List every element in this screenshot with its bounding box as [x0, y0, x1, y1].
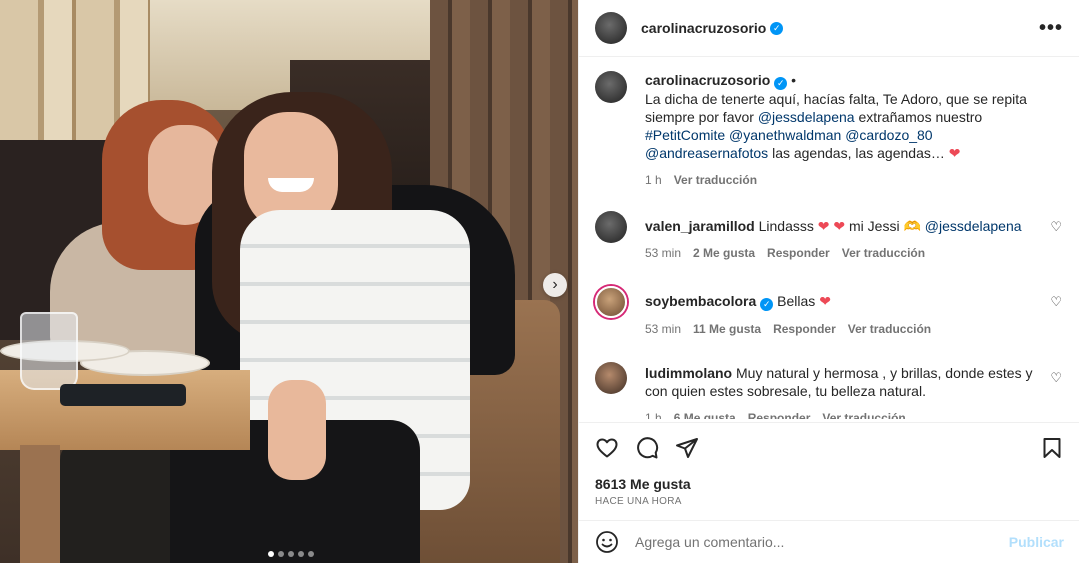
comment-text-part: mi Jessi 🫶 — [845, 218, 925, 234]
reply-button[interactable]: Responder — [748, 409, 811, 419]
comment-time: 53 min — [645, 246, 682, 260]
verified-badge-icon: ✓ — [760, 298, 774, 311]
carousel-dot — [268, 551, 274, 557]
translate-link[interactable]: Ver traducción — [842, 244, 925, 262]
woman-left-legs — [60, 440, 180, 563]
commenter-avatar[interactable] — [595, 211, 627, 243]
mention-link[interactable]: @jessdelapena — [758, 109, 855, 125]
comment-icon[interactable] — [635, 436, 659, 460]
author-username[interactable]: carolinacruzosorio — [641, 20, 766, 36]
water-glass — [20, 312, 78, 390]
carousel-dot — [308, 551, 314, 557]
comment-time: 1 h — [645, 411, 662, 419]
woman-right-hand — [268, 380, 326, 480]
comment-text: soybembacolora ✓ Bellas ❤ — [645, 292, 1038, 311]
commenter-avatar[interactable] — [595, 286, 627, 318]
comment-text-part: Bellas — [777, 293, 816, 309]
commenter-avatar[interactable] — [595, 362, 627, 394]
carousel-dots — [268, 551, 314, 557]
post-side-panel: carolinacruzosorio ✓ ••• carolinacruzoso… — [578, 0, 1079, 563]
hashtag-link[interactable]: #PetitComite — [645, 127, 725, 143]
emoji-icon[interactable] — [595, 530, 619, 554]
verified-badge-icon: ✓ — [774, 77, 788, 90]
red-heart-icon: ❤ — [817, 218, 830, 234]
carousel-dot — [288, 551, 294, 557]
caption-time: 1 h — [645, 173, 662, 187]
phone-on-table — [60, 384, 186, 406]
publish-button[interactable]: Publicar — [1009, 534, 1064, 550]
red-heart-icon: ❤ — [819, 293, 831, 309]
comment-item: soybembacolora ✓ Bellas ❤ 53 min 11 Me gu… — [595, 286, 1064, 338]
share-icon[interactable] — [675, 436, 699, 460]
comment-likes[interactable]: 11 Me gusta — [693, 320, 761, 338]
heart-icon[interactable] — [595, 436, 619, 460]
carousel-next-button[interactable]: › — [543, 273, 567, 297]
comment-like-icon[interactable]: ♡ — [1050, 219, 1062, 235]
comment-meta: 1 h 6 Me gusta Responder Ver traducción — [645, 409, 1038, 419]
woman-right-smile — [268, 178, 314, 192]
comment-like-icon[interactable]: ♡ — [1050, 294, 1062, 310]
comment-like-icon[interactable]: ♡ — [1050, 370, 1062, 386]
comment-input[interactable] — [635, 534, 1009, 550]
caption-separator: • — [791, 72, 797, 88]
red-heart-icon: ❤ — [833, 218, 846, 234]
mention-link[interactable]: @yanethwaldman — [729, 127, 841, 143]
post-timestamp[interactable]: HACE UNA HORA — [595, 496, 682, 507]
red-heart-icon: ❤ — [948, 145, 961, 161]
comment-meta: 53 min 2 Me gusta Responder Ver traducci… — [645, 244, 1038, 262]
caption-text-part: extrañamos nuestro — [854, 109, 983, 125]
mention-link[interactable]: @andreasernafotos — [645, 145, 768, 161]
caption-text: carolinacruzosorio ✓ • La dicha de tenert… — [645, 71, 1038, 162]
translate-link[interactable]: Ver traducción — [674, 171, 757, 189]
likes-count[interactable]: 8613 Me gusta — [595, 476, 691, 492]
carousel-dot — [298, 551, 304, 557]
comment-item: ludimmolano Muy natural y hermosa , y br… — [595, 362, 1064, 419]
more-options-icon[interactable]: ••• — [1039, 18, 1063, 38]
translate-link[interactable]: Ver traducción — [822, 409, 905, 419]
bookmark-icon[interactable] — [1040, 436, 1064, 460]
comment-text: ludimmolano Muy natural y hermosa , y br… — [645, 364, 1038, 400]
comment-username[interactable]: valen_jaramillod — [645, 218, 755, 234]
caption-author-avatar[interactable] — [595, 71, 627, 103]
author-avatar[interactable] — [595, 12, 627, 44]
comments-list[interactable]: carolinacruzosorio ✓ • La dicha de tenert… — [579, 57, 1079, 419]
translate-link[interactable]: Ver traducción — [848, 320, 931, 338]
comment-likes[interactable]: 2 Me gusta — [693, 244, 755, 262]
post-photo[interactable]: › — [0, 0, 578, 563]
post-header: carolinacruzosorio ✓ ••• — [579, 0, 1079, 57]
caption: carolinacruzosorio ✓ • La dicha de tenert… — [595, 71, 1064, 189]
post-actions-bar — [579, 422, 1079, 472]
mention-link[interactable]: @cardozo_80 — [845, 127, 932, 143]
comment-username[interactable]: soybembacolora — [645, 293, 756, 309]
table-leg — [20, 445, 60, 563]
reply-button[interactable]: Responder — [767, 244, 830, 262]
comment-username[interactable]: ludimmolano — [645, 365, 732, 381]
add-comment-bar: Publicar — [579, 520, 1079, 563]
caption-meta: 1 h Ver traducción — [645, 171, 1038, 189]
comment-text: valen_jaramillod Lindasss ❤ ❤ mi Jessi 🫶… — [645, 217, 1038, 235]
comment-item: valen_jaramillod Lindasss ❤ ❤ mi Jessi 🫶… — [595, 211, 1064, 262]
verified-badge-icon: ✓ — [770, 21, 784, 35]
mention-link[interactable]: @jessdelapena — [925, 218, 1022, 234]
carousel-dot — [278, 551, 284, 557]
comment-time: 53 min — [645, 322, 682, 336]
comment-text-part: Lindasss — [758, 218, 818, 234]
caption-text-part: las agendas, las agendas… — [768, 145, 949, 161]
reply-button[interactable]: Responder — [773, 320, 836, 338]
comment-meta: 53 min 11 Me gusta Responder Ver traducc… — [645, 320, 1038, 338]
caption-username[interactable]: carolinacruzosorio — [645, 72, 770, 88]
comment-likes[interactable]: 6 Me gusta — [674, 409, 736, 419]
